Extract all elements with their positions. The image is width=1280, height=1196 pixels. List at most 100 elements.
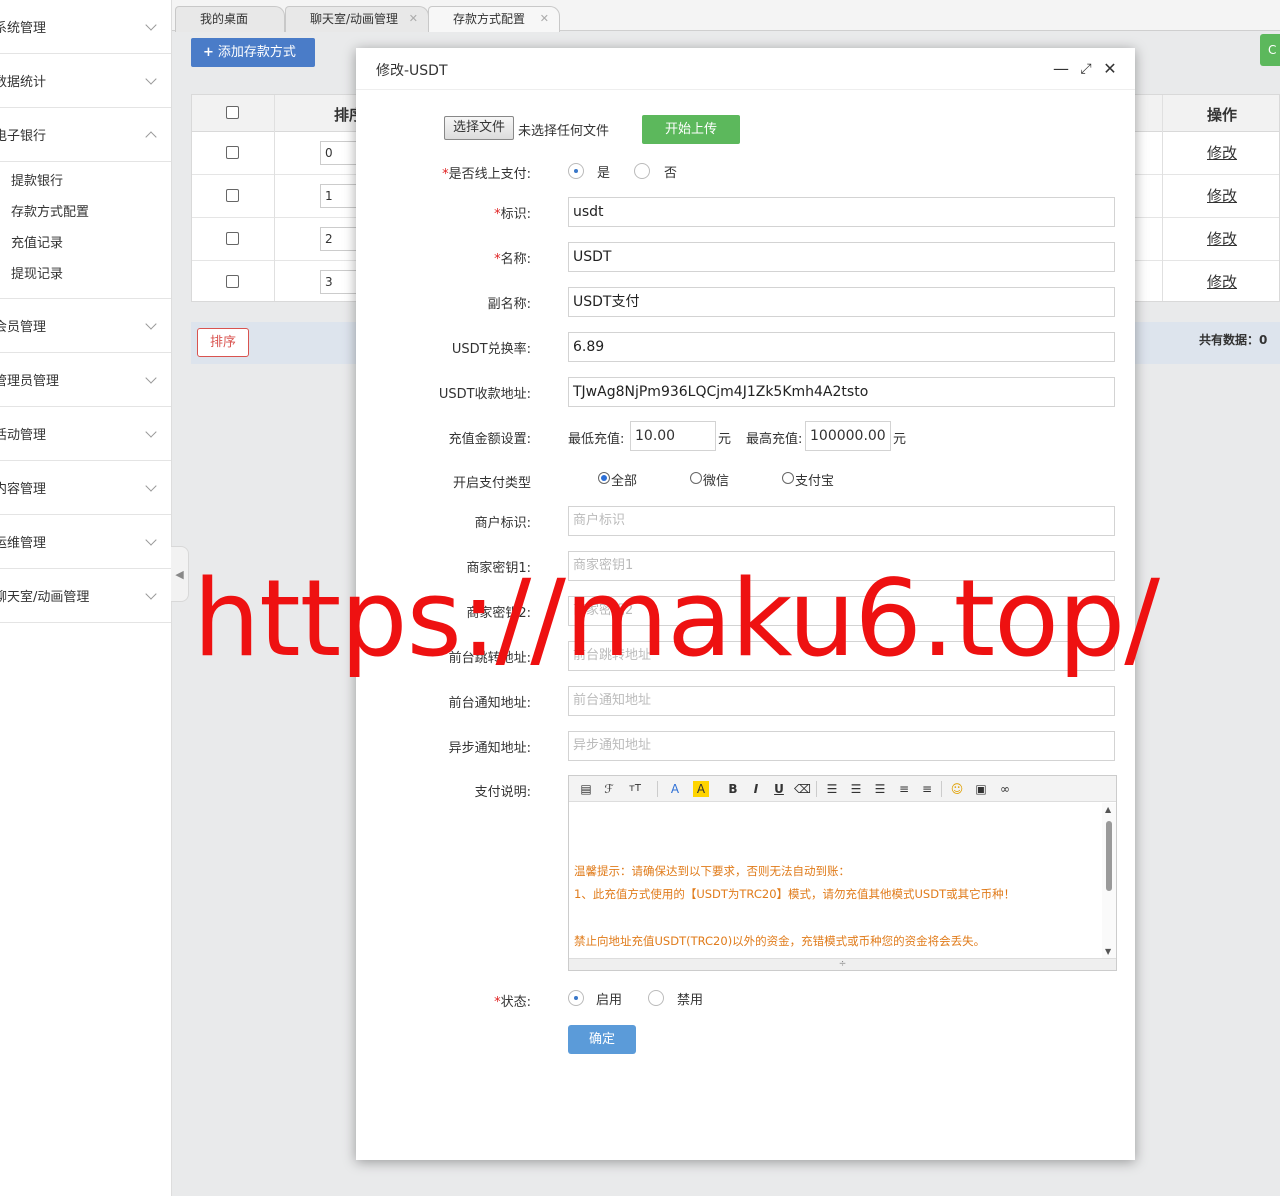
sidebar-item-withdraw-records[interactable]: 提现记录 (0, 259, 171, 290)
online-pay-label: *是否线上支付: (442, 163, 531, 182)
italic-icon[interactable]: I (748, 781, 764, 797)
rich-text-editor[interactable]: ▤ ℱ тT A A B I U ⌫ ☰ ☰ ☰ ≡ ≡ ☺ ▣ ∞ 温馨提示：… (568, 775, 1117, 971)
sort-input[interactable]: 0 (320, 141, 360, 165)
rate-field[interactable]: 6.89 (568, 332, 1115, 362)
underline-icon[interactable]: U (771, 781, 787, 797)
nav-group-chatroom[interactable]: 聊天室/动画管理 (0, 569, 171, 623)
actions-column-header: 操作 (1207, 106, 1238, 124)
toolbar-divider (657, 781, 658, 797)
close-icon[interactable]: ✕ (540, 7, 549, 31)
row-checkbox[interactable] (226, 146, 239, 159)
tab-chatroom[interactable]: 聊天室/动画管理 ✕ (285, 6, 429, 32)
nav-group-label: 电子银行 (0, 129, 47, 144)
nav-group-admins[interactable]: 管理员管理 (0, 353, 171, 407)
close-icon[interactable]: ✕ (1101, 60, 1119, 78)
front-notify-field[interactable]: 前台通知地址 (568, 686, 1115, 716)
status-label-text: 状态: (500, 995, 531, 1010)
maximize-icon[interactable]: ⤢ (1077, 60, 1095, 78)
ident-field[interactable]: usdt (568, 197, 1115, 227)
close-icon[interactable]: ✕ (409, 7, 418, 31)
sort-input[interactable]: 3 (320, 270, 360, 294)
row-checkbox[interactable] (226, 275, 239, 288)
nav-group-activities[interactable]: 活动管理 (0, 407, 171, 461)
subname-field[interactable]: USDT支付 (568, 287, 1115, 317)
highlight-icon[interactable]: A (693, 781, 709, 797)
merchant-id-label: 商户标识: (474, 516, 531, 531)
edit-link[interactable]: 修改 (1207, 228, 1237, 249)
nav-group-content[interactable]: 内容管理 (0, 461, 171, 515)
chevron-down-icon (145, 317, 157, 330)
nav-group-stats[interactable]: 数据统计 (0, 54, 171, 108)
editor-body[interactable]: 温馨提示：请确保达到以下要求，否则无法自动到账： 1、此充值方式使用的【USDT… (569, 803, 1103, 958)
unordered-list-icon[interactable]: ≡ (919, 781, 935, 797)
source-icon[interactable]: ▤ (578, 781, 594, 797)
online-pay-no-radio[interactable] (634, 163, 650, 179)
emoji-icon[interactable]: ☺ (949, 781, 965, 797)
pay-type-alipay-radio[interactable] (782, 472, 794, 484)
choose-file-button[interactable]: 选择文件 (444, 116, 514, 140)
nav-group-ebank[interactable]: 电子银行 (0, 108, 171, 162)
font-family-icon[interactable]: ℱ (601, 781, 617, 797)
status-enable-label: 启用 (596, 993, 623, 1008)
font-size-icon[interactable]: тT (627, 781, 643, 797)
row-checkbox[interactable] (226, 189, 239, 202)
align-left-icon[interactable]: ☰ (824, 781, 840, 797)
edit-link[interactable]: 修改 (1207, 271, 1237, 292)
nav-group-ops[interactable]: 运维管理 (0, 515, 171, 569)
sort-input[interactable]: 2 (320, 227, 360, 251)
sidebar-item-withdraw-bank[interactable]: 提款银行 (0, 166, 171, 197)
status-enable-radio[interactable] (568, 990, 584, 1006)
address-label: USDT收款地址: (438, 387, 531, 402)
tab-label: 存款方式配置 (453, 12, 526, 26)
async-notify-field[interactable]: 异步通知地址 (568, 731, 1115, 761)
tab-desktop[interactable]: 我的桌面 (175, 6, 285, 32)
scroll-down-icon[interactable]: ▼ (1105, 947, 1111, 956)
address-field[interactable]: TJwAg8NjPm936LQCjm4J1Zk5Kmh4A2tsto (568, 377, 1115, 407)
tab-deposit-config[interactable]: 存款方式配置 ✕ (428, 6, 560, 32)
nav-group-members[interactable]: 会员管理 (0, 299, 171, 353)
max-amount-field[interactable]: 100000.00 (805, 421, 891, 451)
subname-label: 副名称: (487, 297, 531, 312)
image-icon[interactable]: ▣ (973, 781, 989, 797)
align-center-icon[interactable]: ☰ (848, 781, 864, 797)
ordered-list-icon[interactable]: ≡ (896, 781, 912, 797)
tab-bar: 我的桌面 聊天室/动画管理 ✕ 存款方式配置 ✕ (172, 0, 1280, 32)
name-field[interactable]: USDT (568, 242, 1115, 272)
sidebar-item-deposit-config[interactable]: 存款方式配置 (0, 197, 171, 228)
scroll-up-icon[interactable]: ▲ (1105, 805, 1111, 814)
sidebar-item-recharge-records[interactable]: 充值记录 (0, 228, 171, 259)
online-pay-yes-radio[interactable] (568, 163, 584, 179)
edit-link[interactable]: 修改 (1207, 142, 1237, 163)
link-icon[interactable]: ∞ (997, 781, 1013, 797)
scroll-thumb[interactable] (1106, 821, 1112, 891)
status-disable-radio[interactable] (648, 990, 664, 1006)
editor-resize-handle[interactable]: ÷ (569, 958, 1116, 970)
row-checkbox[interactable] (226, 232, 239, 245)
ident-label-text: 标识: (500, 207, 531, 222)
add-deposit-method-button[interactable]: + 添加存款方式 (191, 38, 315, 67)
sidebar-collapse-handle[interactable]: ◀ (171, 546, 189, 602)
chevron-down-icon (145, 533, 157, 546)
align-right-icon[interactable]: ☰ (872, 781, 888, 797)
font-color-icon[interactable]: A (667, 781, 683, 797)
min-unit: 元 (718, 432, 732, 447)
min-amount-field[interactable]: 10.00 (630, 421, 716, 451)
bold-icon[interactable]: B (725, 781, 741, 797)
start-upload-button[interactable]: 开始上传 (642, 115, 740, 144)
editor-scrollbar[interactable]: ▲ ▼ (1102, 803, 1116, 958)
pay-type-wechat-radio[interactable] (690, 472, 702, 484)
select-all-checkbox[interactable] (226, 106, 239, 119)
pay-type-all-radio[interactable] (598, 472, 610, 484)
sort-button[interactable]: 排序 (197, 328, 249, 357)
pay-type-all-label: 全部 (611, 474, 638, 489)
sort-input[interactable]: 1 (320, 184, 360, 208)
nav-group-system[interactable]: 系统管理 (0, 0, 171, 54)
minimize-icon[interactable]: — (1052, 60, 1070, 78)
eraser-icon[interactable]: ⌫ (794, 781, 811, 797)
edit-link[interactable]: 修改 (1207, 185, 1237, 206)
merchant-id-field[interactable]: 商户标识 (568, 506, 1115, 536)
toolbar-divider (941, 781, 942, 797)
confirm-button[interactable]: 确定 (568, 1025, 636, 1054)
green-action-button[interactable]: C (1260, 34, 1280, 66)
pay-type-label: 开启支付类型 (452, 476, 531, 491)
